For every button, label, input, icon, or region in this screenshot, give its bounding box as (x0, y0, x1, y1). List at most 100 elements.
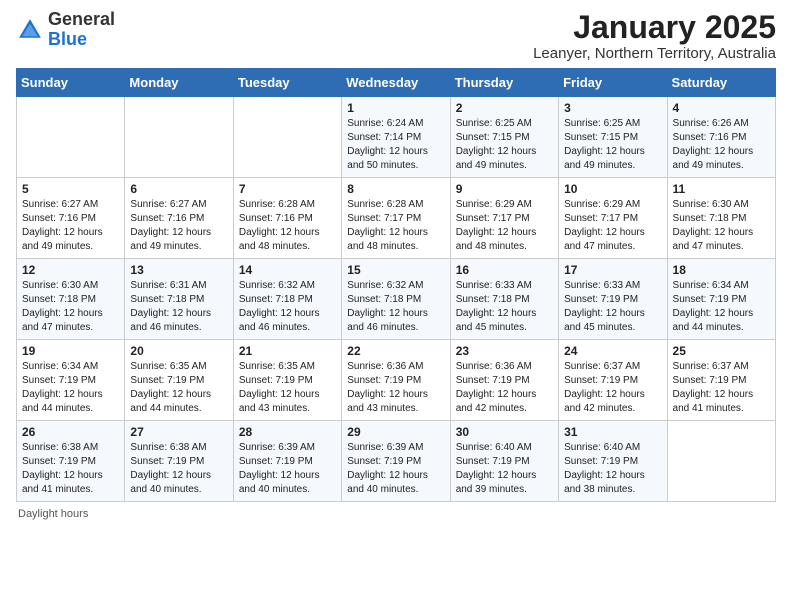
calendar-cell: 17 Sunrise: 6:33 AM Sunset: 7:19 PM Dayli… (559, 259, 667, 340)
day-number: 9 (456, 182, 553, 196)
day-detail: Sunrise: 6:37 AM Sunset: 7:19 PM Dayligh… (673, 361, 754, 414)
calendar-cell: 30 Sunrise: 6:40 AM Sunset: 7:19 PM Dayli… (450, 421, 558, 502)
calendar-cell: 2Sunrise: 6:25 AM Sunset: 7:15 PM Daylig… (450, 97, 558, 178)
calendar-cell: 14 Sunrise: 6:32 AM Sunset: 7:18 PM Dayli… (233, 259, 341, 340)
calendar-cell: 5 Sunrise: 6:27 AM Sunset: 7:16 PM Daylig… (17, 178, 125, 259)
calendar-cell (17, 97, 125, 178)
calendar-week-row: 19 Sunrise: 6:34 AM Sunset: 7:19 PM Dayli… (17, 340, 776, 421)
weekday-header-saturday: Saturday (667, 69, 775, 97)
day-detail: Sunrise: 6:27 AM Sunset: 7:16 PM Dayligh… (130, 199, 211, 252)
day-detail: Sunrise: 6:28 AM Sunset: 7:16 PM Dayligh… (239, 199, 320, 252)
day-number: 2 (456, 101, 553, 115)
weekday-header-sunday: Sunday (17, 69, 125, 97)
calendar-cell: 24Sunrise: 6:37 AM Sunset: 7:19 PM Dayli… (559, 340, 667, 421)
calendar-week-row: 1 Sunrise: 6:24 AM Sunset: 7:14 PM Daylig… (17, 97, 776, 178)
day-number: 11 (673, 182, 770, 196)
day-detail: Sunrise: 6:30 AM Sunset: 7:18 PM Dayligh… (22, 280, 103, 333)
day-detail: Sunrise: 6:40 AM Sunset: 7:19 PM Dayligh… (564, 442, 645, 495)
day-number: 31 (564, 425, 661, 439)
day-detail: Sunrise: 6:35 AM Sunset: 7:19 PM Dayligh… (130, 361, 211, 414)
calendar-cell: 19 Sunrise: 6:34 AM Sunset: 7:19 PM Dayli… (17, 340, 125, 421)
calendar-cell: 9 Sunrise: 6:29 AM Sunset: 7:17 PM Daylig… (450, 178, 558, 259)
day-number: 27 (130, 425, 227, 439)
header: General Blue January 2025 Leanyer, North… (16, 10, 776, 62)
day-detail: Sunrise: 6:36 AM Sunset: 7:19 PM Dayligh… (347, 361, 428, 414)
day-detail: Sunrise: 6:35 AM Sunset: 7:19 PM Dayligh… (239, 361, 320, 414)
calendar-cell: 22Sunrise: 6:36 AM Sunset: 7:19 PM Dayli… (342, 340, 450, 421)
day-number: 13 (130, 263, 227, 277)
calendar-cell: 23 Sunrise: 6:36 AM Sunset: 7:19 PM Dayli… (450, 340, 558, 421)
day-detail: Sunrise: 6:27 AM Sunset: 7:16 PM Dayligh… (22, 199, 103, 252)
day-detail: Sunrise: 6:36 AM Sunset: 7:19 PM Dayligh… (456, 361, 537, 414)
calendar-cell: 20 Sunrise: 6:35 AM Sunset: 7:19 PM Dayli… (125, 340, 233, 421)
logo-blue-text: Blue (48, 29, 87, 49)
day-detail: Sunrise: 6:28 AM Sunset: 7:17 PM Dayligh… (347, 199, 428, 252)
day-detail: Sunrise: 6:40 AM Sunset: 7:19 PM Dayligh… (456, 442, 537, 495)
day-detail: Sunrise: 6:39 AM Sunset: 7:19 PM Dayligh… (347, 442, 428, 495)
day-number: 26 (22, 425, 119, 439)
logo: General Blue (16, 10, 115, 50)
calendar-cell: 18Sunrise: 6:34 AM Sunset: 7:19 PM Dayli… (667, 259, 775, 340)
calendar-cell: 8Sunrise: 6:28 AM Sunset: 7:17 PM Daylig… (342, 178, 450, 259)
weekday-header-friday: Friday (559, 69, 667, 97)
calendar-cell: 21 Sunrise: 6:35 AM Sunset: 7:19 PM Dayli… (233, 340, 341, 421)
day-number: 12 (22, 263, 119, 277)
calendar-cell: 25 Sunrise: 6:37 AM Sunset: 7:19 PM Dayli… (667, 340, 775, 421)
calendar-cell: 4 Sunrise: 6:26 AM Sunset: 7:16 PM Daylig… (667, 97, 775, 178)
calendar-cell: 12 Sunrise: 6:30 AM Sunset: 7:18 PM Dayli… (17, 259, 125, 340)
weekday-header-thursday: Thursday (450, 69, 558, 97)
day-number: 28 (239, 425, 336, 439)
calendar-cell: 1 Sunrise: 6:24 AM Sunset: 7:14 PM Daylig… (342, 97, 450, 178)
logo-general-text: General (48, 9, 115, 29)
calendar-cell: 15Sunrise: 6:32 AM Sunset: 7:18 PM Dayli… (342, 259, 450, 340)
day-number: 14 (239, 263, 336, 277)
day-detail: Sunrise: 6:29 AM Sunset: 7:17 PM Dayligh… (456, 199, 537, 252)
logo-icon (16, 16, 44, 44)
calendar-cell: 29 Sunrise: 6:39 AM Sunset: 7:19 PM Dayli… (342, 421, 450, 502)
footer: Daylight hours (16, 508, 776, 520)
day-number: 4 (673, 101, 770, 115)
calendar-cell: 27 Sunrise: 6:38 AM Sunset: 7:19 PM Dayli… (125, 421, 233, 502)
calendar-cell: 28 Sunrise: 6:39 AM Sunset: 7:19 PM Dayli… (233, 421, 341, 502)
day-detail: Sunrise: 6:38 AM Sunset: 7:19 PM Dayligh… (22, 442, 103, 495)
day-number: 20 (130, 344, 227, 358)
day-number: 17 (564, 263, 661, 277)
day-number: 30 (456, 425, 553, 439)
calendar-cell: 10Sunrise: 6:29 AM Sunset: 7:17 PM Dayli… (559, 178, 667, 259)
day-number: 21 (239, 344, 336, 358)
calendar-cell: 31 Sunrise: 6:40 AM Sunset: 7:19 PM Dayli… (559, 421, 667, 502)
day-number: 1 (347, 101, 444, 115)
day-number: 25 (673, 344, 770, 358)
calendar-cell: 3Sunrise: 6:25 AM Sunset: 7:15 PM Daylig… (559, 97, 667, 178)
title-block: January 2025 Leanyer, Northern Territory… (533, 10, 776, 62)
page: General Blue January 2025 Leanyer, North… (0, 0, 792, 530)
calendar-title: January 2025 (533, 10, 776, 45)
calendar-cell: 7Sunrise: 6:28 AM Sunset: 7:16 PM Daylig… (233, 178, 341, 259)
day-number: 29 (347, 425, 444, 439)
day-detail: Sunrise: 6:25 AM Sunset: 7:15 PM Dayligh… (564, 118, 645, 171)
day-detail: Sunrise: 6:38 AM Sunset: 7:19 PM Dayligh… (130, 442, 211, 495)
day-detail: Sunrise: 6:39 AM Sunset: 7:19 PM Dayligh… (239, 442, 320, 495)
day-detail: Sunrise: 6:32 AM Sunset: 7:18 PM Dayligh… (239, 280, 320, 333)
day-detail: Sunrise: 6:33 AM Sunset: 7:19 PM Dayligh… (564, 280, 645, 333)
day-detail: Sunrise: 6:32 AM Sunset: 7:18 PM Dayligh… (347, 280, 428, 333)
day-detail: Sunrise: 6:29 AM Sunset: 7:17 PM Dayligh… (564, 199, 645, 252)
day-detail: Sunrise: 6:26 AM Sunset: 7:16 PM Dayligh… (673, 118, 754, 171)
calendar-cell: 6Sunrise: 6:27 AM Sunset: 7:16 PM Daylig… (125, 178, 233, 259)
day-number: 18 (673, 263, 770, 277)
day-number: 24 (564, 344, 661, 358)
day-number: 19 (22, 344, 119, 358)
day-detail: Sunrise: 6:34 AM Sunset: 7:19 PM Dayligh… (22, 361, 103, 414)
day-detail: Sunrise: 6:31 AM Sunset: 7:18 PM Dayligh… (130, 280, 211, 333)
day-detail: Sunrise: 6:24 AM Sunset: 7:14 PM Dayligh… (347, 118, 428, 171)
weekday-header-row: SundayMondayTuesdayWednesdayThursdayFrid… (17, 69, 776, 97)
calendar-week-row: 5 Sunrise: 6:27 AM Sunset: 7:16 PM Daylig… (17, 178, 776, 259)
weekday-header-monday: Monday (125, 69, 233, 97)
day-number: 5 (22, 182, 119, 196)
day-number: 23 (456, 344, 553, 358)
calendar-cell: 11Sunrise: 6:30 AM Sunset: 7:18 PM Dayli… (667, 178, 775, 259)
logo-text: General Blue (48, 10, 115, 50)
day-number: 16 (456, 263, 553, 277)
calendar-cell: 26 Sunrise: 6:38 AM Sunset: 7:19 PM Dayli… (17, 421, 125, 502)
daylight-label: Daylight hours (18, 508, 88, 520)
